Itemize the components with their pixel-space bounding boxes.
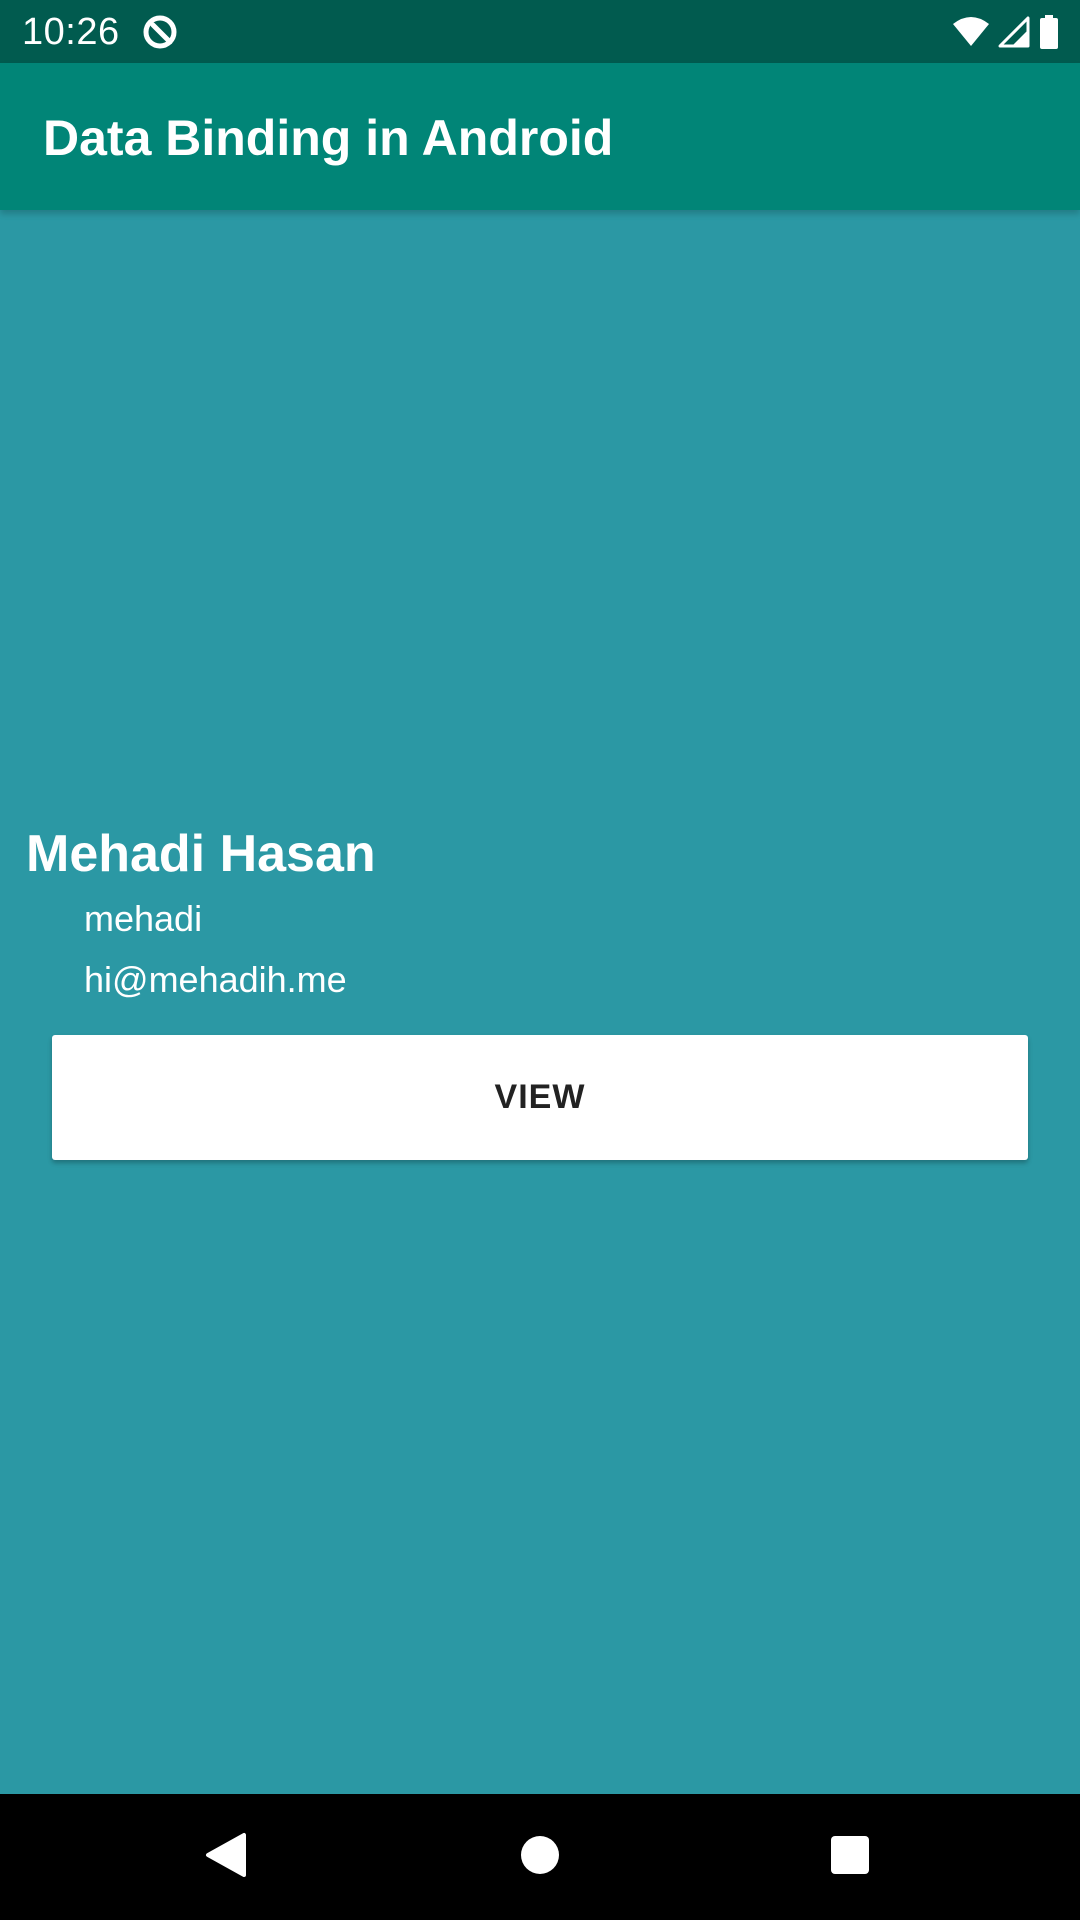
back-icon	[204, 1831, 248, 1884]
status-icons	[952, 14, 1060, 50]
screen: 10:26 Data Binding in Android Mehadi Has…	[0, 0, 1080, 1920]
recents-button[interactable]	[770, 1794, 930, 1920]
app-title: Data Binding in Android	[43, 110, 614, 166]
status-bar: 10:26	[0, 0, 1080, 63]
app-bar: Data Binding in Android	[0, 63, 1080, 210]
status-time: 10:26	[22, 11, 120, 53]
navigation-bar	[0, 1794, 1080, 1920]
back-button[interactable]	[146, 1794, 306, 1920]
recents-icon	[830, 1835, 870, 1880]
notification-q-icon	[140, 12, 180, 52]
user-name: Mehadi Hasan	[26, 825, 376, 883]
view-button[interactable]: VIEW	[52, 1035, 1028, 1160]
wifi-icon	[952, 16, 990, 48]
home-icon	[520, 1835, 560, 1880]
user-email: hi@mehadih.me	[84, 959, 347, 1000]
user-username: mehadi	[84, 898, 203, 939]
home-button[interactable]	[460, 1794, 620, 1920]
battery-icon	[1038, 15, 1060, 49]
signal-icon	[998, 16, 1030, 48]
